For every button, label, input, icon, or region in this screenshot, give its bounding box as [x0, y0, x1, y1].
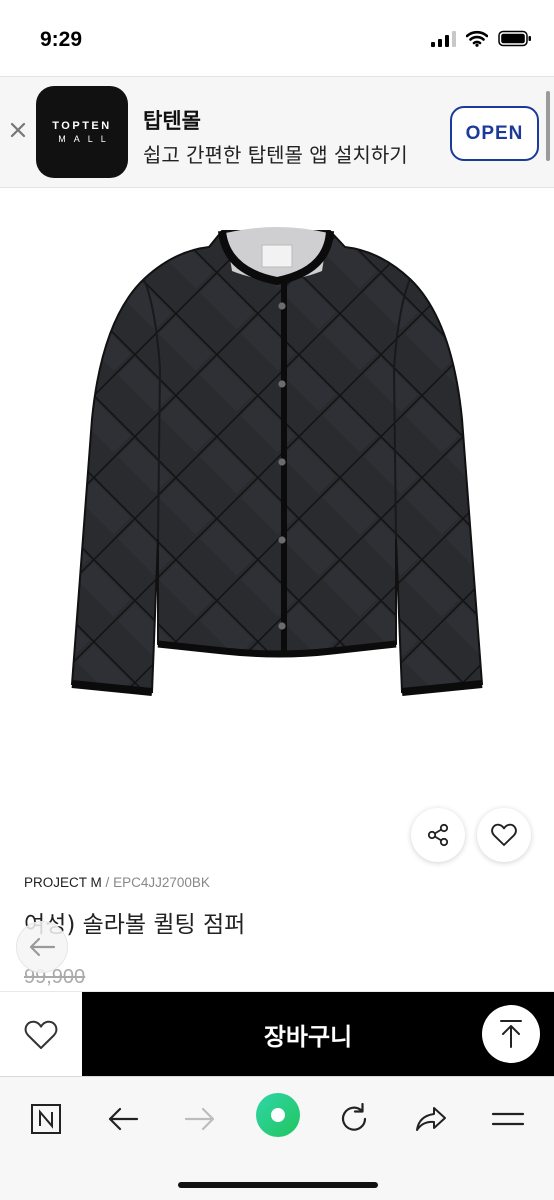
- share-icon: [427, 823, 449, 847]
- scrollbar[interactable]: [546, 91, 550, 161]
- open-app-button[interactable]: OPEN: [450, 106, 539, 161]
- close-icon[interactable]: [9, 121, 27, 139]
- app-install-banner: TOPTEN MALL 탑텐몰 쉽고 간편한 탑텐몰 앱 설치하기 OPEN: [0, 76, 554, 188]
- status-time: 9:29: [40, 28, 83, 51]
- browser-back-button[interactable]: [101, 1097, 145, 1141]
- status-bar: 9:29: [0, 0, 554, 76]
- menu-button[interactable]: [486, 1097, 530, 1141]
- heart-icon: [24, 1020, 58, 1049]
- brand-separator: /: [105, 875, 110, 890]
- cellular-signal-icon: [431, 30, 456, 47]
- share-page-button[interactable]: [409, 1097, 453, 1141]
- jacket-image: [70, 227, 484, 696]
- forward-share-icon: [416, 1107, 446, 1131]
- app-description: 쉽고 간편한 탑텐몰 앱 설치하기: [143, 143, 408, 167]
- brand-line: PROJECT M / EPC4JJ2700BK: [24, 875, 210, 890]
- wifi-icon: [466, 30, 488, 47]
- naver-home-button[interactable]: [24, 1097, 68, 1141]
- product-code: EPC4JJ2700BK: [113, 875, 210, 890]
- back-floating-button[interactable]: [16, 921, 68, 973]
- refresh-button[interactable]: [332, 1097, 376, 1141]
- share-button[interactable]: [411, 808, 465, 862]
- logo-text-top: TOPTEN: [52, 120, 112, 132]
- purchase-bar: 장바구니: [0, 991, 554, 1077]
- logo-text-bottom: MALL: [58, 134, 114, 144]
- menu-icon: [491, 1112, 525, 1126]
- arrow-right-icon: [184, 1107, 215, 1131]
- heart-icon: [491, 823, 517, 846]
- app-name: 탑텐몰: [143, 109, 201, 133]
- home-indicator[interactable]: [178, 1182, 378, 1188]
- page: 9:29 TOPTEN MALL 탑텐몰 쉽고 간편한 탑텐몰 앱 설치하기 O…: [0, 0, 554, 1200]
- brand-name[interactable]: PROJECT M: [24, 875, 102, 890]
- wishlist-bottom-button[interactable]: [0, 992, 82, 1077]
- status-icons: [431, 30, 532, 47]
- naver-n-icon: [31, 1104, 61, 1134]
- green-dot-icon: [256, 1093, 300, 1137]
- arrow-left-icon: [29, 937, 56, 957]
- green-home-button[interactable]: [254, 1091, 302, 1139]
- product-image[interactable]: [0, 189, 554, 862]
- refresh-icon: [341, 1103, 367, 1131]
- scroll-to-top-button[interactable]: [482, 1005, 540, 1063]
- arrow-up-to-top-icon: [500, 1020, 522, 1048]
- battery-icon: [498, 30, 531, 47]
- browser-forward-button[interactable]: [178, 1097, 222, 1141]
- arrow-left-icon: [108, 1107, 139, 1131]
- app-logo: TOPTEN MALL: [36, 86, 128, 178]
- wishlist-button[interactable]: [477, 808, 531, 862]
